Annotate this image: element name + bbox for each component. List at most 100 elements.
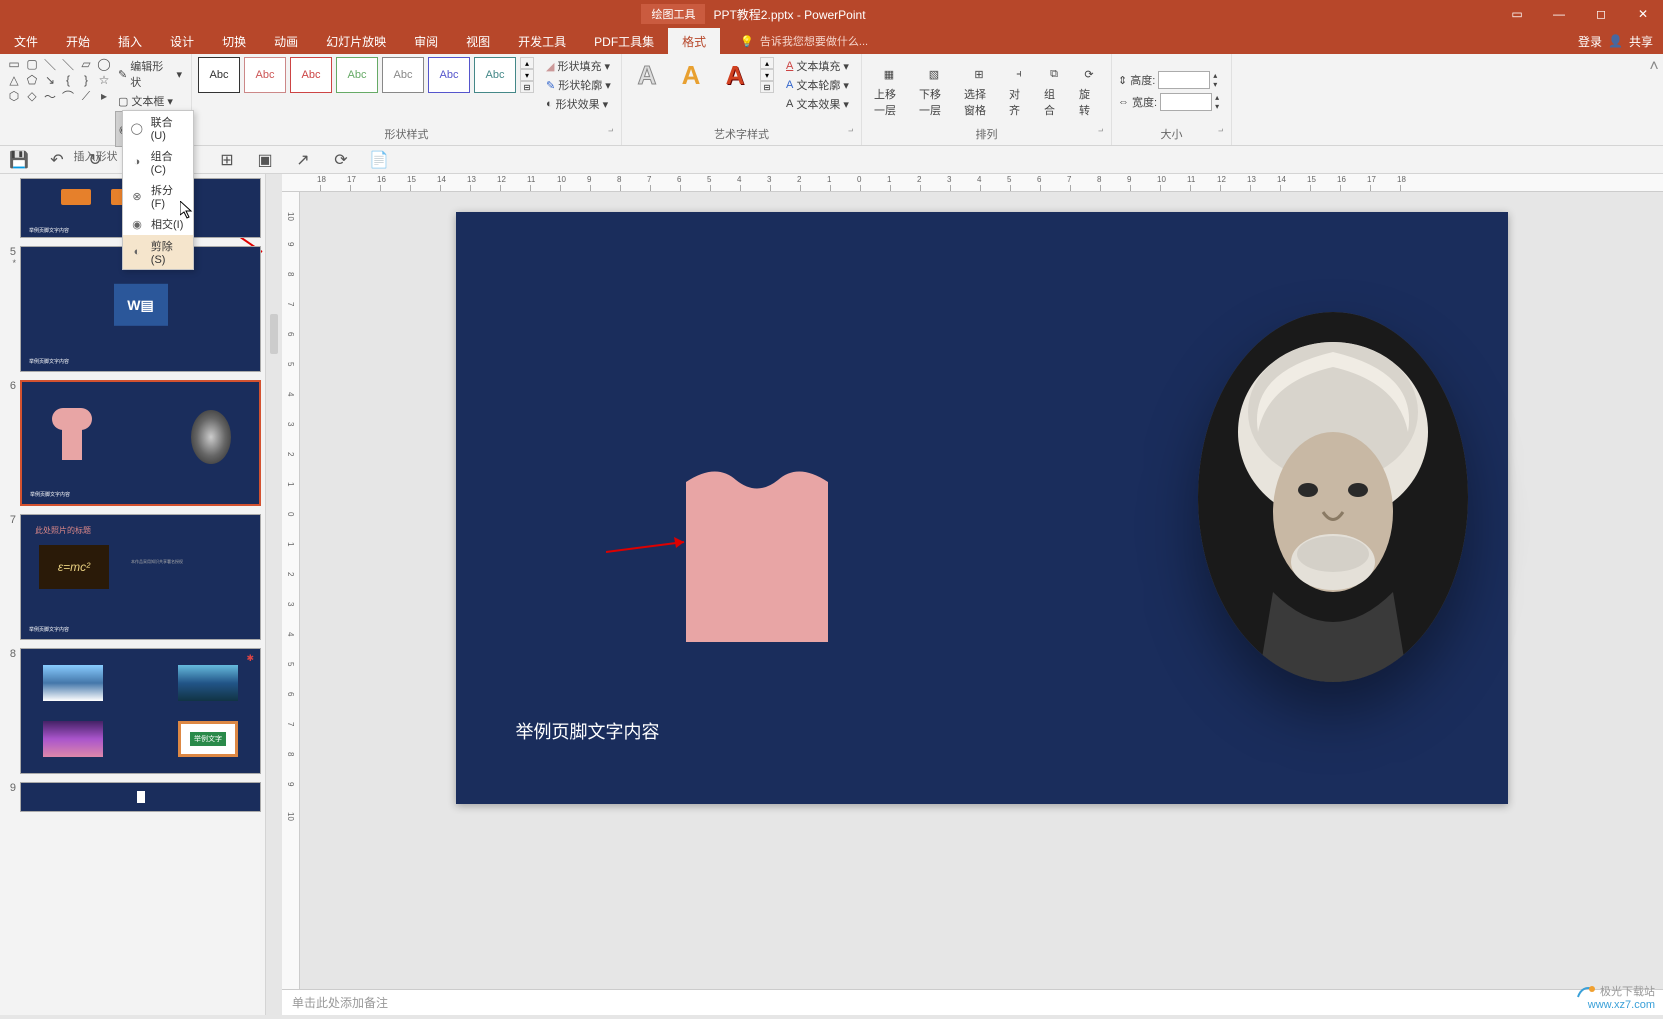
shape-outline-button[interactable]: ✎形状轮廓▾ xyxy=(543,76,614,94)
tab-home[interactable]: 开始 xyxy=(52,28,104,54)
wordart-nav-up[interactable]: ▴ xyxy=(760,57,774,69)
minimize-button[interactable]: — xyxy=(1539,0,1579,28)
document-title: PPT教程2.pptx - PowerPoint xyxy=(713,6,865,23)
panel-splitter[interactable] xyxy=(266,174,282,1015)
width-label: 宽度: xyxy=(1132,94,1157,110)
annotation-arrow-icon xyxy=(606,532,696,562)
width-input[interactable] xyxy=(1160,93,1212,111)
wordart-nav-more[interactable]: ⊟ xyxy=(760,81,774,93)
tellme-icon: 💡 xyxy=(740,35,754,48)
merge-intersect[interactable]: ◉相交(I) xyxy=(123,213,193,235)
style-nav-down[interactable]: ▾ xyxy=(520,69,534,81)
tab-slideshow[interactable]: 幻灯片放映 xyxy=(312,28,400,54)
qat-tool-1[interactable]: ⊞ xyxy=(216,149,238,171)
text-box-button[interactable]: ▢文本框▾ xyxy=(115,92,185,110)
tab-pdf[interactable]: PDF工具集 xyxy=(580,28,668,54)
tab-view[interactable]: 视图 xyxy=(452,28,504,54)
rotate-button[interactable]: ⟳旋转 xyxy=(1073,60,1105,122)
slide-thumb-6[interactable]: 举例页脚文字内容 xyxy=(20,380,261,506)
collapse-ribbon-button[interactable]: ˄ xyxy=(1645,54,1663,145)
slide-thumb-9[interactable] xyxy=(20,782,261,812)
height-spin-down[interactable]: ▾ xyxy=(1213,80,1217,89)
height-input[interactable] xyxy=(1158,71,1210,89)
tab-developer[interactable]: 开发工具 xyxy=(504,28,580,54)
width-spin-up[interactable]: ▴ xyxy=(1215,93,1219,102)
style-nav-more[interactable]: ⊟ xyxy=(520,81,534,93)
merge-subtract[interactable]: ◐剪除(S) xyxy=(123,235,193,269)
close-button[interactable]: ✕ xyxy=(1623,0,1663,28)
group-label-wordart: 艺术字样式 xyxy=(628,125,855,143)
ribbon-tabs: 文件 开始 插入 设计 切换 动画 幻灯片放映 审阅 视图 开发工具 PDF工具… xyxy=(0,28,1663,54)
group-button[interactable]: ⧉组合 xyxy=(1038,60,1070,122)
wordart-preset[interactable]: A xyxy=(716,57,754,93)
shape-style-gallery[interactable]: Abc Abc Abc Abc Abc Abc Abc ▴ ▾ ⊟ xyxy=(198,57,534,93)
tab-insert[interactable]: 插入 xyxy=(104,28,156,54)
text-effects-button[interactable]: A文本效果▾ xyxy=(783,95,852,113)
notes-pane[interactable]: 单击此处添加备注 xyxy=(282,989,1663,1015)
vertical-ruler: 10987654321012345678910 xyxy=(282,192,300,989)
style-preset[interactable]: Abc xyxy=(290,57,332,93)
ribbon: ▭▢＼＼▱◯ △⬠↘{}☆ ⬡◇〜⌒⟋▸ ✎编辑形状▾ ▢文本框▾ ◉合并形状▾… xyxy=(0,54,1663,146)
send-backward-button[interactable]: ▧下移一层 xyxy=(913,60,955,122)
text-fill-button[interactable]: A文本填充▾ xyxy=(783,57,852,75)
tab-transitions[interactable]: 切换 xyxy=(208,28,260,54)
wordart-gallery[interactable]: A A A ▴ ▾ ⊟ xyxy=(628,57,774,93)
height-spin-up[interactable]: ▴ xyxy=(1213,71,1217,80)
horizontal-ruler: 1817161514131211109876543210123456789101… xyxy=(282,174,1663,192)
watermark: 极光下载站 www.xz7.com xyxy=(1576,983,1655,1011)
slide-thumbnails-panel[interactable]: 举例页脚文字内容 5* W▤ 举例页脚文字内容 6 举例页脚文字内容 7 xyxy=(0,174,266,1015)
quick-access-toolbar: 💾 ↶ ↻ ▷ ⊞ ▣ ↗ ⟳ 📄 xyxy=(0,146,1663,174)
tellme-input[interactable]: 告诉我您想要做什么... xyxy=(760,33,868,49)
tab-format[interactable]: 格式 xyxy=(668,28,720,54)
width-spin-down[interactable]: ▾ xyxy=(1215,102,1219,111)
merge-combine[interactable]: ◑组合(C) xyxy=(123,145,193,179)
pink-shape[interactable] xyxy=(686,462,828,642)
slide-thumb-7[interactable]: 此处照片的标题 ε=mc² 本作品采用知识共享署名授权 举例页脚文字内容 xyxy=(20,514,261,640)
qat-tool-3[interactable]: ↗ xyxy=(292,149,314,171)
shape-fill-button[interactable]: ◢形状填充▾ xyxy=(543,57,614,75)
einstein-image[interactable] xyxy=(1198,312,1468,682)
share-button[interactable]: 共享 xyxy=(1629,33,1653,50)
qat-tool-5[interactable]: 📄 xyxy=(368,149,390,171)
signin-link[interactable]: 登录 xyxy=(1578,33,1602,50)
title-bar: 绘图工具 PPT教程2.pptx - PowerPoint ▭ — ◻ ✕ xyxy=(0,0,1663,28)
slide-canvas[interactable]: 举例页脚文字内容 xyxy=(456,212,1508,804)
style-nav-up[interactable]: ▴ xyxy=(520,57,534,69)
text-outline-button[interactable]: A文本轮廓▾ xyxy=(783,76,852,94)
style-preset[interactable]: Abc xyxy=(474,57,516,93)
style-preset[interactable]: Abc xyxy=(428,57,470,93)
group-label-shape-styles: 形状样式 xyxy=(198,125,615,143)
wordart-preset[interactable]: A xyxy=(672,57,710,93)
merge-union[interactable]: ◯联合(U) xyxy=(123,111,193,145)
main-area: 举例页脚文字内容 5* W▤ 举例页脚文字内容 6 举例页脚文字内容 7 xyxy=(0,174,1663,1015)
merge-fragment[interactable]: ⊗拆分(F) xyxy=(123,179,193,213)
tab-design[interactable]: 设计 xyxy=(156,28,208,54)
height-icon: ⇕ xyxy=(1118,74,1127,87)
group-label-arrange: 排列 xyxy=(868,125,1105,143)
style-preset[interactable]: Abc xyxy=(198,57,240,93)
slide-footer-text[interactable]: 举例页脚文字内容 xyxy=(516,718,660,744)
maximize-button[interactable]: ◻ xyxy=(1581,0,1621,28)
slide-thumb-8[interactable]: ✱ 举例文字 xyxy=(20,648,261,774)
context-tools-label: 绘图工具 xyxy=(641,4,705,24)
ribbon-display-options[interactable]: ▭ xyxy=(1497,0,1537,28)
group-label-size: 大小 xyxy=(1118,125,1225,143)
selection-pane-button[interactable]: ⊞选择窗格 xyxy=(958,60,1000,122)
tab-review[interactable]: 审阅 xyxy=(400,28,452,54)
align-button[interactable]: ⫞对齐 xyxy=(1003,60,1035,122)
edit-shape-button[interactable]: ✎编辑形状▾ xyxy=(115,57,185,91)
shapes-gallery[interactable]: ▭▢＼＼▱◯ △⬠↘{}☆ ⬡◇〜⌒⟋▸ xyxy=(6,57,112,103)
tab-file[interactable]: 文件 xyxy=(0,28,52,54)
style-preset[interactable]: Abc xyxy=(244,57,286,93)
style-preset[interactable]: Abc xyxy=(382,57,424,93)
style-preset[interactable]: Abc xyxy=(336,57,378,93)
wordart-nav-down[interactable]: ▾ xyxy=(760,69,774,81)
tab-animations[interactable]: 动画 xyxy=(260,28,312,54)
wordart-preset[interactable]: A xyxy=(628,57,666,93)
qat-tool-2[interactable]: ▣ xyxy=(254,149,276,171)
width-icon: ⇔ xyxy=(1118,96,1129,108)
merge-shapes-dropdown: ◯联合(U) ◑组合(C) ⊗拆分(F) ◉相交(I) ◐剪除(S) xyxy=(122,110,194,270)
shape-effects-button[interactable]: ◐形状效果▾ xyxy=(543,95,614,113)
bring-forward-button[interactable]: ▦上移一层 xyxy=(868,60,910,122)
qat-tool-4[interactable]: ⟳ xyxy=(330,149,352,171)
